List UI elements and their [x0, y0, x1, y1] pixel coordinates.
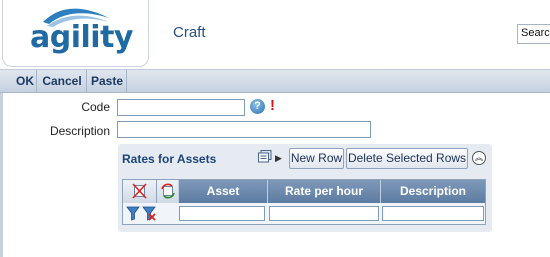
app-header: agility Craft Search — [0, 0, 550, 69]
column-header-description[interactable]: Description — [380, 180, 485, 203]
rates-grid: Asset Rate per hour Description — [122, 179, 486, 225]
rate-filter-input[interactable] — [269, 206, 379, 221]
asset-filter-input[interactable] — [179, 206, 265, 221]
logo-text: agility — [30, 20, 133, 55]
left-border — [0, 93, 3, 257]
refresh-header[interactable] — [156, 180, 178, 203]
required-icon: ! — [270, 97, 275, 114]
grid-header: Asset Rate per hour Description — [123, 180, 485, 203]
search-input[interactable]: Search — [517, 24, 550, 44]
clear-filter-icon[interactable] — [142, 206, 156, 221]
description-label: Description — [49, 124, 110, 138]
description-filter-input[interactable] — [382, 206, 484, 221]
export-icon[interactable] — [258, 150, 273, 163]
description-field[interactable] — [117, 121, 371, 138]
column-header-asset[interactable]: Asset — [178, 180, 267, 203]
code-label: Code — [81, 100, 110, 114]
delete-selected-rows-button[interactable]: Delete Selected Rows — [346, 148, 468, 169]
rates-title: Rates for Assets — [122, 152, 217, 166]
deselect-icon — [132, 183, 147, 199]
filter-icon[interactable] — [126, 206, 140, 221]
action-toolbar: OK Cancel Paste — [0, 69, 550, 93]
paste-button[interactable]: Paste — [88, 70, 127, 93]
refresh-icon — [161, 183, 175, 199]
help-icon[interactable]: ? — [250, 99, 265, 114]
code-field[interactable] — [117, 99, 245, 116]
ok-button[interactable]: OK — [14, 70, 37, 93]
cancel-button[interactable]: Cancel — [38, 70, 87, 93]
new-row-button[interactable]: New Row — [289, 148, 344, 169]
export-menu-arrow-icon[interactable]: ▶ — [275, 153, 282, 164]
clear-selection-header[interactable] — [123, 180, 156, 203]
collapse-icon[interactable]: ︽ — [472, 151, 486, 165]
filter-row — [123, 203, 485, 224]
page-title: Craft — [173, 24, 206, 41]
logo: agility — [2, 0, 149, 67]
column-header-rate-per-hour[interactable]: Rate per hour — [267, 180, 380, 203]
